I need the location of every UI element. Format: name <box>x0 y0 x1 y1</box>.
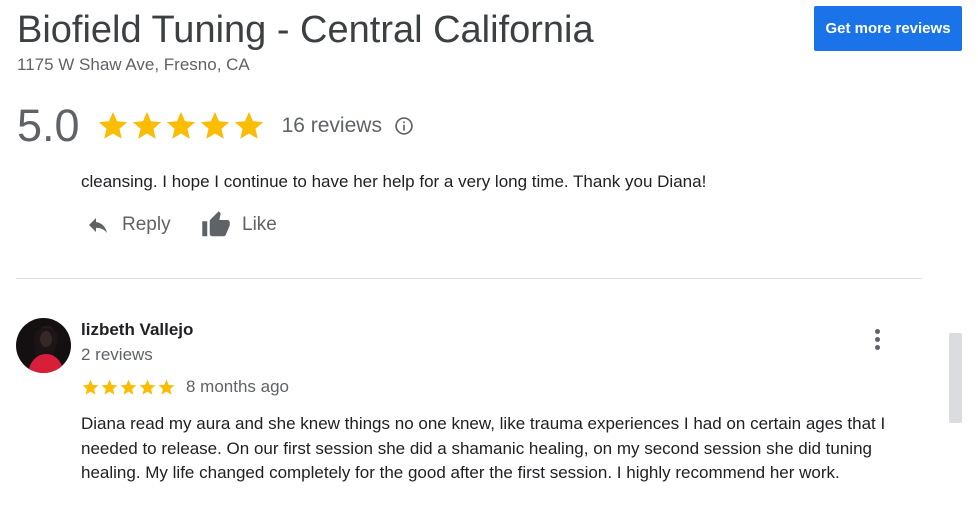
get-more-reviews-button[interactable]: Get more reviews <box>814 6 962 51</box>
review-divider <box>16 278 922 279</box>
thumbs-up-icon <box>202 211 230 237</box>
more-vert-icon[interactable] <box>866 325 888 353</box>
business-address: 1175 W Shaw Ave, Fresno, CA <box>17 55 250 74</box>
menu-dot <box>874 328 880 334</box>
star-icon <box>200 111 229 139</box>
review-time: 8 months ago <box>186 377 290 396</box>
like-label: Like <box>242 214 277 235</box>
reply-button[interactable]: Reply <box>84 208 171 242</box>
average-rating: 5.0 <box>17 100 80 151</box>
rating-stars <box>96 109 266 143</box>
reviewer-name[interactable]: lizbeth Vallejo <box>81 320 193 340</box>
review-count[interactable]: 16 reviews <box>282 114 382 138</box>
review-rating: 8 months ago <box>81 377 289 397</box>
star-icon <box>120 379 137 395</box>
review-text: Diana read my aura and she knew things n… <box>81 414 886 482</box>
star-icon <box>101 379 118 395</box>
menu-dot <box>874 344 880 350</box>
reply-arrow-icon <box>89 218 107 233</box>
star-icon <box>139 379 156 395</box>
avatar[interactable] <box>16 318 71 373</box>
star-icon <box>158 379 175 395</box>
star-icon <box>166 111 195 139</box>
menu-dot <box>874 336 880 342</box>
scrollbar-thumb[interactable] <box>949 333 962 423</box>
reply-label: Reply <box>122 214 171 235</box>
like-button[interactable]: Like <box>200 208 277 242</box>
star-icon <box>82 379 99 395</box>
star-icon <box>234 111 263 139</box>
business-name: Biofield Tuning - Central California <box>17 9 594 51</box>
star-icon <box>132 111 161 139</box>
avatar-image <box>16 318 71 373</box>
star-icon <box>98 111 127 139</box>
reviewer-review-count: 2 reviews <box>81 345 153 364</box>
rating-summary: 5.0 16 reviews <box>17 98 414 154</box>
info-icon[interactable] <box>394 116 414 136</box>
previous-review-text: cleansing. I hope I continue to have her… <box>81 172 707 191</box>
